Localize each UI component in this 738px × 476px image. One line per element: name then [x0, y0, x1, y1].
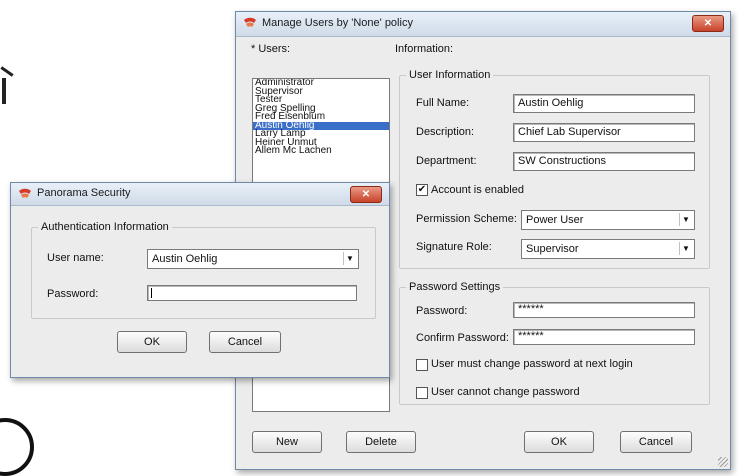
password-value: ******	[518, 303, 544, 315]
confirm-password-label: Confirm Password:	[416, 332, 509, 344]
information-label: Information:	[395, 43, 454, 55]
password-settings-title: Password Settings	[406, 281, 504, 293]
account-enabled-label: Account is enabled	[431, 184, 524, 196]
authentication-title: Authentication Information	[38, 221, 172, 233]
ok-button[interactable]: OK	[117, 331, 187, 353]
password-label: Password:	[47, 288, 99, 300]
chevron-down-icon[interactable]: ▼	[679, 213, 692, 226]
description-label: Description:	[416, 126, 475, 138]
permission-scheme-value: Power User	[526, 214, 584, 226]
resize-grip-icon[interactable]	[718, 457, 728, 467]
signature-role-select[interactable]: Supervisor ▼	[521, 239, 695, 259]
password-label: Password:	[416, 305, 468, 317]
must-change-password-label: User must change password at next login	[431, 358, 633, 370]
permission-scheme-select[interactable]: Power User ▼	[521, 210, 695, 230]
background-edge-mark	[2, 78, 6, 104]
background-circle-fragment	[0, 418, 34, 476]
password-field[interactable]: ******	[513, 302, 695, 318]
username-label: User name:	[47, 252, 104, 264]
account-enabled-checkbox[interactable]: ✔	[416, 184, 428, 196]
username-value: Austin Oehlig	[152, 253, 218, 265]
users-label: * Users:	[251, 43, 291, 55]
security-window: Panorama Security ✕ Authentication Infor…	[10, 182, 390, 378]
window-title: Manage Users by 'None' policy	[262, 17, 413, 29]
full-name-value: Austin Oehlig	[518, 97, 584, 109]
ok-button[interactable]: OK	[524, 431, 594, 453]
description-value: Chief Lab Supervisor	[518, 126, 621, 138]
user-information-title: User Information	[406, 69, 494, 81]
signature-role-value: Supervisor	[526, 243, 579, 255]
shield-icon	[19, 188, 31, 198]
text-cursor	[151, 288, 152, 298]
security-titlebar: Panorama Security ✕	[11, 183, 389, 206]
close-button[interactable]: ✕	[692, 15, 724, 32]
chevron-down-icon[interactable]: ▼	[679, 242, 692, 255]
cannot-change-password-label: User cannot change password	[431, 386, 580, 398]
confirm-password-value: ******	[518, 330, 544, 342]
full-name-field[interactable]: Austin Oehlig	[513, 94, 695, 113]
department-field[interactable]: SW Constructions	[513, 152, 695, 171]
confirm-password-field[interactable]: ******	[513, 329, 695, 345]
must-change-password-checkbox[interactable]	[416, 359, 428, 371]
authentication-group: Authentication Information	[31, 221, 376, 319]
full-name-label: Full Name:	[416, 97, 470, 109]
manage-users-titlebar: Manage Users by 'None' policy ✕	[236, 12, 730, 37]
department-value: SW Constructions	[518, 155, 607, 167]
username-select[interactable]: Austin Oehlig ▼	[147, 249, 359, 269]
new-button[interactable]: New	[252, 431, 322, 453]
chevron-down-icon[interactable]: ▼	[343, 252, 356, 265]
background-edge-mark	[0, 66, 14, 77]
shield-icon	[244, 17, 256, 27]
password-input[interactable]	[147, 285, 357, 301]
department-label: Department:	[416, 155, 477, 167]
window-title: Panorama Security	[37, 187, 131, 199]
description-field[interactable]: Chief Lab Supervisor	[513, 123, 695, 142]
signature-role-label: Signature Role:	[416, 241, 492, 253]
cancel-button[interactable]: Cancel	[209, 331, 281, 353]
permission-scheme-label: Permission Scheme:	[416, 213, 517, 225]
cannot-change-password-checkbox[interactable]	[416, 387, 428, 399]
user-list-item[interactable]: Allem Mc Lachen	[253, 146, 389, 156]
close-button[interactable]: ✕	[350, 186, 382, 203]
delete-button[interactable]: Delete	[346, 431, 416, 453]
cancel-button[interactable]: Cancel	[620, 431, 692, 453]
